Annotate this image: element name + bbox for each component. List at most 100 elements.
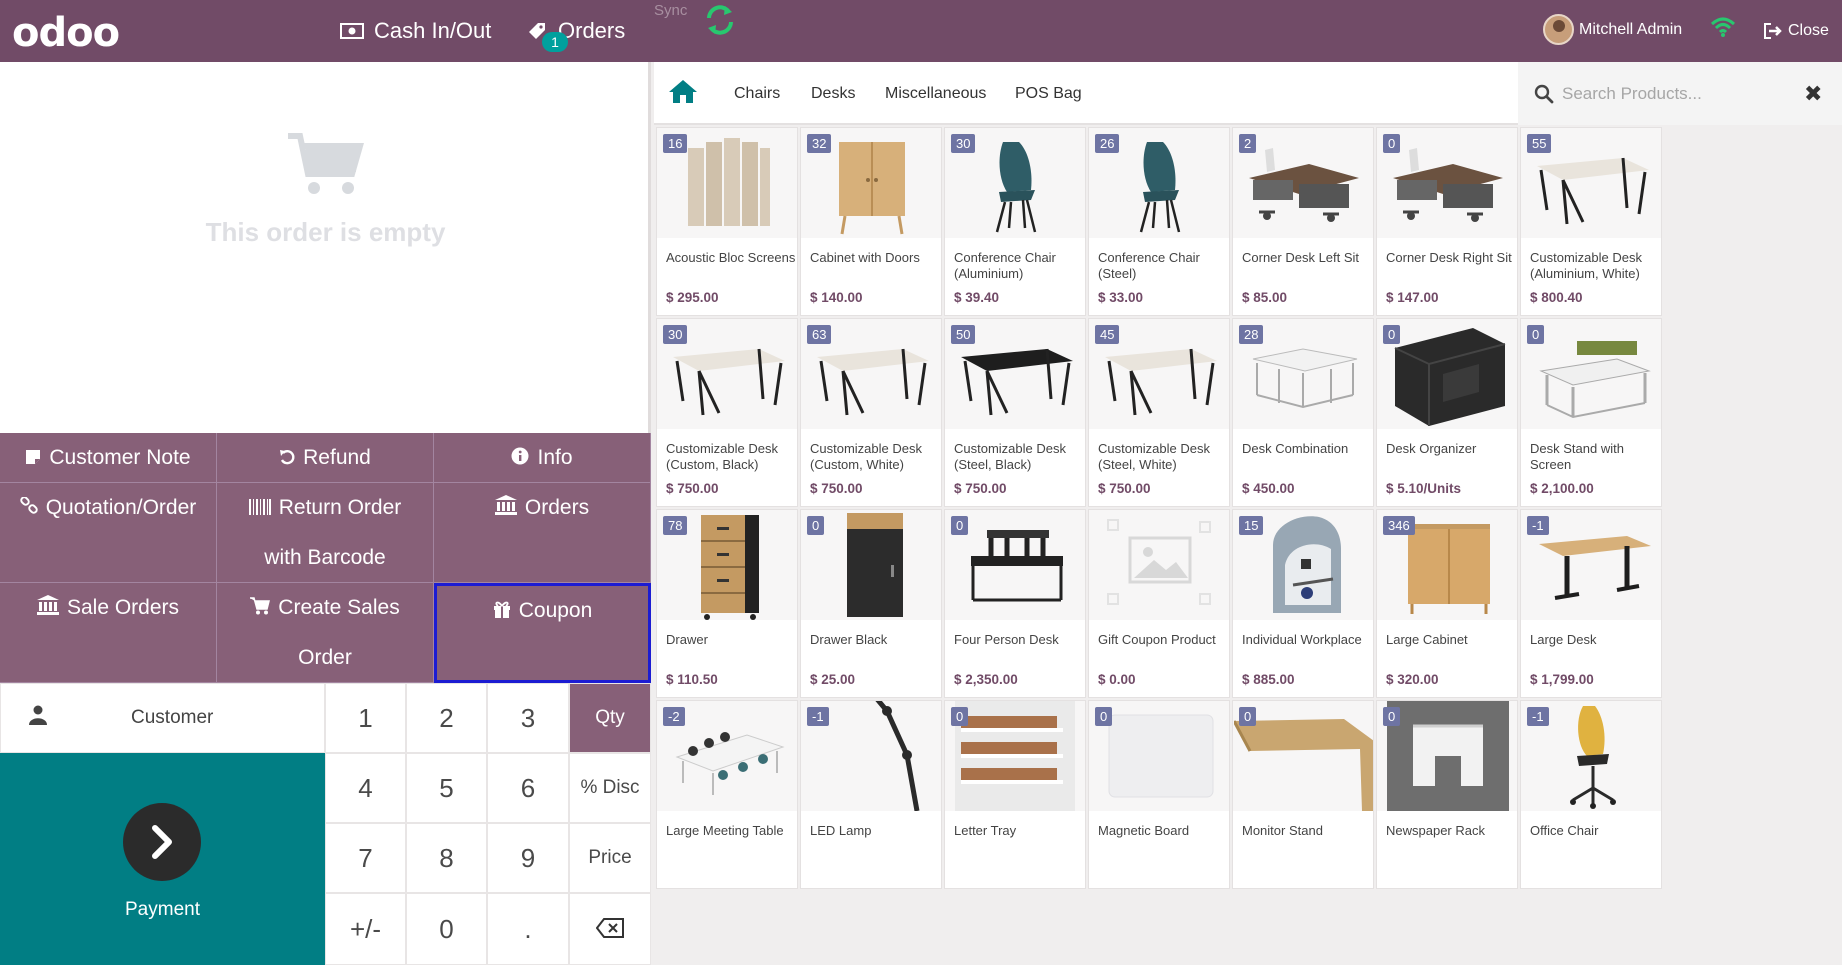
product-card[interactable]: 0 Desk Stand with Screen $ 2,100.00 [1520, 318, 1662, 507]
product-name: Conference Chair (Aluminium) [954, 250, 1056, 281]
orders-control-button[interactable]: Orders [434, 483, 651, 583]
stock-qty-badge: 0 [807, 516, 825, 535]
product-price: $ 25.00 [810, 672, 856, 687]
product-name: Corner Desk Left Sit [1242, 250, 1360, 265]
search-input[interactable] [1562, 83, 1798, 104]
barcode-icon [248, 484, 271, 533]
coupon-button[interactable]: Coupon [434, 583, 651, 683]
category-bar: Chairs Desks Miscellaneous POS Bag ✖ [654, 62, 1842, 125]
product-card[interactable]: 0 Newspaper Rack [1376, 700, 1518, 889]
numpad-key-3[interactable]: 3 [487, 683, 569, 753]
customer-label: Customer [131, 707, 214, 728]
cash-in-out-button[interactable]: Cash In/Out [340, 0, 491, 62]
orders-nav-button[interactable]: 1 Orders [526, 0, 625, 62]
quotation-order-label: Quotation/Order [45, 496, 197, 519]
product-card[interactable]: 63 Customizable Desk (Custom, White) $ 750… [800, 318, 942, 507]
sale-orders-button[interactable]: Sale Orders [0, 583, 217, 683]
product-card[interactable]: 78 Drawer $ 110.50 [656, 509, 798, 698]
product-name: Desk Stand with Screen [1530, 441, 1624, 472]
price-mode-button[interactable]: Price [569, 823, 651, 893]
quotation-order-button[interactable]: Quotation/Order [0, 483, 217, 583]
stock-qty-badge: 15 [1239, 516, 1264, 535]
product-name: Customizable Desk (Aluminium, White) [1530, 250, 1642, 281]
board-icon [1108, 714, 1214, 798]
product-card[interactable]: 55 Customizable Desk (Aluminium, White) $ … [1520, 127, 1662, 316]
numpad-key-8[interactable]: 8 [406, 823, 487, 893]
close-button[interactable]: Close [1763, 0, 1829, 62]
product-card[interactable]: -1 LED Lamp [800, 700, 942, 889]
product-name: Large Meeting Table [666, 823, 784, 838]
product-card[interactable]: 2 Corner Desk Left Sit $ 85.00 [1232, 127, 1374, 316]
customer-button[interactable]: Customer [0, 683, 325, 753]
stock-qty-badge: -1 [807, 707, 829, 726]
numpad-key-6[interactable]: 6 [487, 753, 569, 823]
product-name: Magnetic Board [1098, 823, 1190, 838]
home-category-button[interactable] [668, 78, 698, 109]
product-card[interactable]: 0 Four Person Desk $ 2,350.00 [944, 509, 1086, 698]
category-miscellaneous[interactable]: Miscellaneous [885, 62, 986, 125]
product-name: Large Desk [1530, 632, 1597, 647]
customer-note-label: Customer Note [49, 446, 191, 469]
product-name: Customizable Desk (Steel, White) [1098, 441, 1210, 472]
numpad-key-0[interactable]: 0 [406, 893, 487, 965]
refund-label: Refund [303, 446, 371, 469]
product-card[interactable]: 26 Conference Chair (Steel) $ 33.00 [1088, 127, 1230, 316]
customer-note-button[interactable]: Customer Note [0, 433, 217, 483]
desk-stand-icon [1539, 341, 1651, 419]
product-price: $ 0.00 [1098, 672, 1136, 687]
product-card[interactable]: Gift Coupon Product $ 0.00 [1088, 509, 1230, 698]
numpad-key-1[interactable]: 1 [325, 683, 406, 753]
product-card[interactable]: -1 Office Chair [1520, 700, 1662, 889]
numpad-key-decimal[interactable]: . [487, 893, 569, 965]
product-card[interactable]: 15 Individual Workplace $ 885.00 [1232, 509, 1374, 698]
product-card[interactable]: 0 Letter Tray [944, 700, 1086, 889]
create-sales-order-button[interactable]: Create Sales Order [217, 583, 434, 683]
numpad-key-4[interactable]: 4 [325, 753, 406, 823]
category-desks[interactable]: Desks [811, 62, 855, 125]
stock-qty-badge: 0 [951, 707, 969, 726]
product-card[interactable]: -2 Large Meeting Table [656, 700, 798, 889]
product-card[interactable]: 0 Desk Organizer $ 5.10/Units [1376, 318, 1518, 507]
category-chairs[interactable]: Chairs [734, 62, 780, 125]
ticket-icon: 1 [526, 20, 568, 52]
product-card[interactable]: 16 Acoustic Bloc Screens $ 295.00 [656, 127, 798, 316]
qty-mode-button[interactable]: Qty [569, 683, 651, 753]
product-card[interactable]: -1 Large Desk $ 1,799.00 [1520, 509, 1662, 698]
lamp-icon [875, 701, 920, 811]
return-order-label-1: Return Order [278, 496, 402, 519]
product-name: Conference Chair (Steel) [1098, 250, 1200, 281]
numpad-key-9[interactable]: 9 [487, 823, 569, 893]
search-box: ✖ [1518, 62, 1842, 125]
product-card[interactable]: 50 Customizable Desk (Steel, Black) $ 750.… [944, 318, 1086, 507]
user-menu[interactable]: Mitchell Admin [1543, 14, 1682, 45]
product-price: $ 320.00 [1386, 672, 1439, 687]
info-button[interactable]: Info [434, 433, 651, 483]
numpad-key-plus-minus[interactable]: +/- [325, 893, 406, 965]
close-icon[interactable]: ✖ [1804, 81, 1822, 107]
discount-mode-button[interactable]: % Disc [569, 753, 651, 823]
numpad-key-7[interactable]: 7 [325, 823, 406, 893]
product-card[interactable]: 0 Drawer Black $ 25.00 [800, 509, 942, 698]
return-order-barcode-button[interactable]: Return Order with Barcode [217, 483, 434, 583]
product-card[interactable]: 346 Large Cabinet $ 320.00 [1376, 509, 1518, 698]
payment-button[interactable]: Payment [0, 753, 325, 965]
placeholder-icon [1107, 519, 1211, 605]
product-card[interactable]: 0 Magnetic Board [1088, 700, 1230, 889]
product-card[interactable]: 32 Cabinet with Doors $ 140.00 [800, 127, 942, 316]
product-card[interactable]: 45 Customizable Desk (Steel, White) $ 750.… [1088, 318, 1230, 507]
product-grid: 16 Acoustic Bloc Screens $ 295.00 32 Cabinet… [656, 127, 1842, 965]
product-price: $ 450.00 [1242, 481, 1295, 496]
product-card[interactable]: 30 Customizable Desk (Custom, Black) $ 750… [656, 318, 798, 507]
backspace-button[interactable] [569, 893, 651, 965]
numpad-key-2[interactable]: 2 [406, 683, 487, 753]
refund-button[interactable]: Refund [217, 433, 434, 483]
product-card[interactable]: 30 Conference Chair (Aluminium) $ 39.40 [944, 127, 1086, 316]
product-card[interactable]: 0 Monitor Stand [1232, 700, 1374, 889]
sync-icon[interactable] [702, 2, 738, 43]
stock-qty-badge: 50 [951, 325, 976, 344]
product-card[interactable]: 28 Desk Combination $ 450.00 [1232, 318, 1374, 507]
product-card[interactable]: 0 Corner Desk Right Sit $ 147.00 [1376, 127, 1518, 316]
products-pane: Chairs Desks Miscellaneous POS Bag ✖ 16 A… [654, 62, 1842, 965]
numpad-key-5[interactable]: 5 [406, 753, 487, 823]
category-pos-bag[interactable]: POS Bag [1015, 62, 1082, 125]
